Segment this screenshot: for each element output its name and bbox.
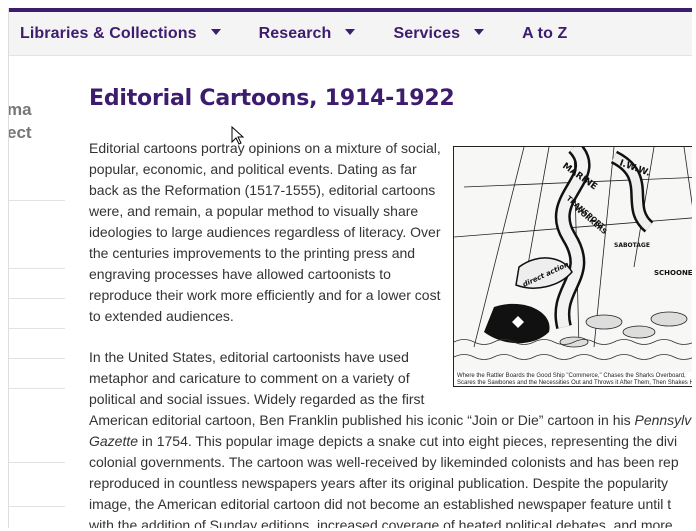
top-navigation-bar: Libraries & Collections Research Service… [9,8,692,56]
caret-down-icon [210,29,221,35]
paragraph-line: colonial governments. The cartoon was we… [89,454,679,470]
paragraph-line: Gazette in 1754. This popular image depi… [89,431,692,452]
sidebar-divider [9,388,65,389]
sidebar-divider [9,268,65,269]
intro-paragraph: Editorial cartoons portray opinions on a… [89,140,441,324]
publication-name: Pennsylv [634,412,692,428]
body-paragraph: In the United States, editorial cartooni… [89,347,692,528]
nav-item-research[interactable]: Research [259,25,356,43]
paragraph-line: with the addition of Sunday editions, in… [89,517,673,528]
nav-item-libraries-collections[interactable]: Libraries & Collections [20,25,221,43]
caret-down-icon [345,29,356,35]
sidebar-divider [9,328,65,329]
paragraph-line: image, the American editorial cartoon di… [89,496,672,512]
cartoon-label: SABOTAGE [614,242,650,249]
nav-item-services[interactable]: Services [393,25,485,43]
browser-viewport: Libraries & Collections Research Service… [8,8,692,528]
sidebar-heading: ma ect [9,98,32,144]
publication-name: Gazette [89,433,139,449]
paragraph-text: American editorial cartoon, Ben Franklin… [89,412,635,428]
main-nav: Libraries & Collections Research Service… [9,12,692,56]
nav-item-label: Services [393,25,461,42]
sidebar-divider [9,462,65,463]
nav-item-label: Libraries & Collections [20,25,197,42]
page-title: Editorial Cartoons, 1914-1922 [89,86,455,111]
mouse-pointer-icon [231,126,245,145]
sidebar-divider [9,200,65,201]
paragraph-line: reproduced in countless newspapers years… [89,475,668,491]
sidebar: ma ect [9,56,65,528]
paragraph-line: American editorial cartoon, Ben Franklin… [89,410,692,431]
nav-item-a-to-z[interactable]: A to Z [522,25,567,43]
nav-item-label: A to Z [522,25,568,42]
paragraph-text: In the United States, editorial cartooni… [89,349,425,407]
caret-down-icon [474,29,485,35]
sidebar-divider [9,298,65,299]
sidebar-heading-line: ma [9,100,32,119]
cartoon-label: SCHOONER [654,269,692,277]
sidebar-divider [9,358,65,359]
nav-item-label: Research [258,25,332,42]
sidebar-heading-line: ect [9,123,32,142]
sidebar-divider [9,506,65,507]
paragraph-text: in 1754. This popular image depicts a sn… [138,433,678,449]
